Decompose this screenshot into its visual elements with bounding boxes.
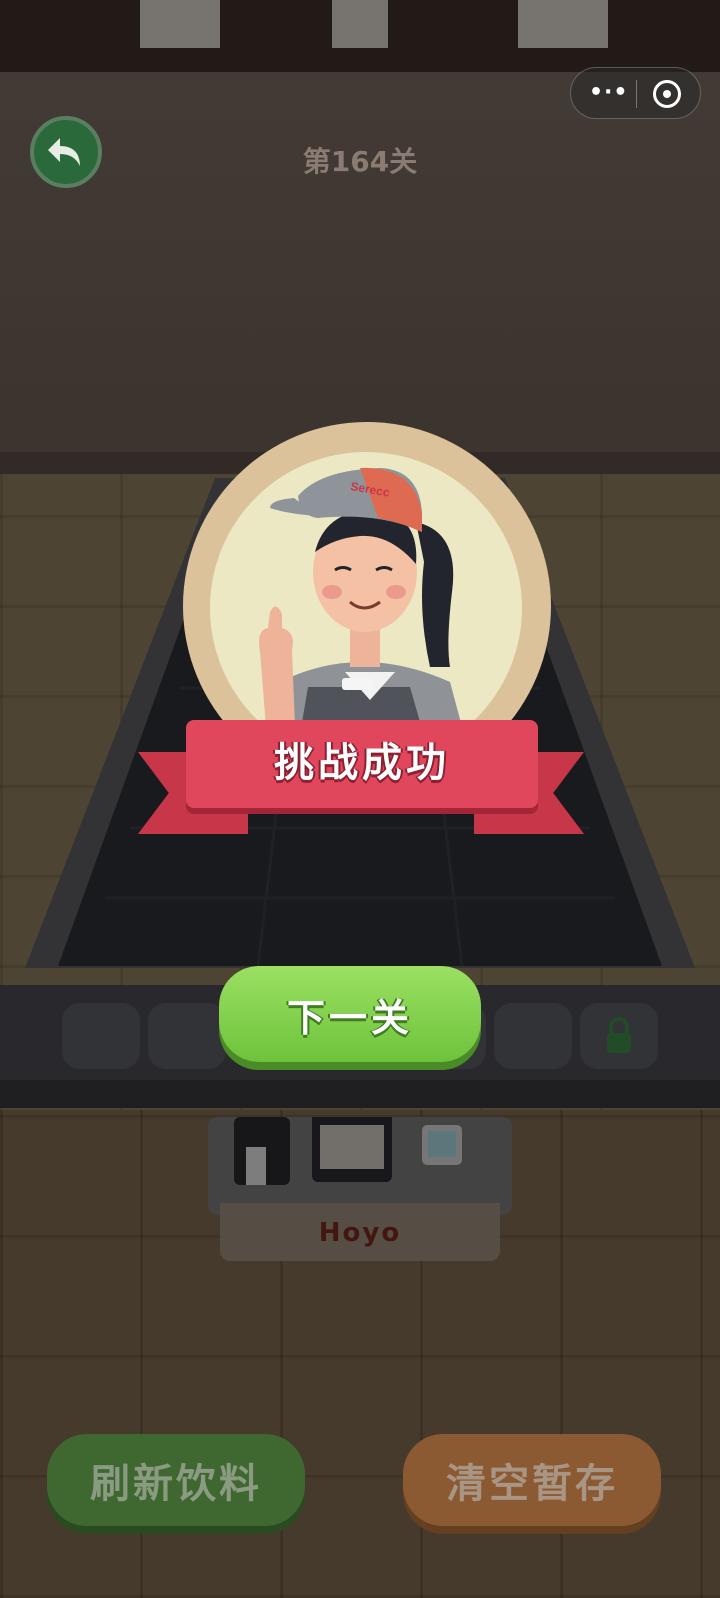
success-banner-text: 挑战成功 xyxy=(274,740,450,786)
close-program-icon[interactable] xyxy=(653,80,681,108)
next-level-button[interactable]: 下一关 xyxy=(219,966,481,1062)
mini-program-capsule: •·• xyxy=(570,67,701,119)
level-title: 第164关 xyxy=(302,145,418,178)
next-level-label: 下一关 xyxy=(286,997,413,1040)
cashier-thumbs-up-illustration: Serecc xyxy=(250,467,472,764)
more-menu-icon[interactable]: •·• xyxy=(589,80,628,105)
capsule-divider xyxy=(636,80,637,108)
refresh-drinks-button[interactable]: 刷新饮料 xyxy=(47,1434,305,1526)
refresh-drinks-label: 刷新饮料 xyxy=(90,1462,262,1506)
cashier-portrait: Serecc xyxy=(210,452,522,764)
clear-storage-button[interactable]: 清空暂存 xyxy=(403,1434,661,1526)
clear-storage-label: 清空暂存 xyxy=(446,1462,618,1506)
